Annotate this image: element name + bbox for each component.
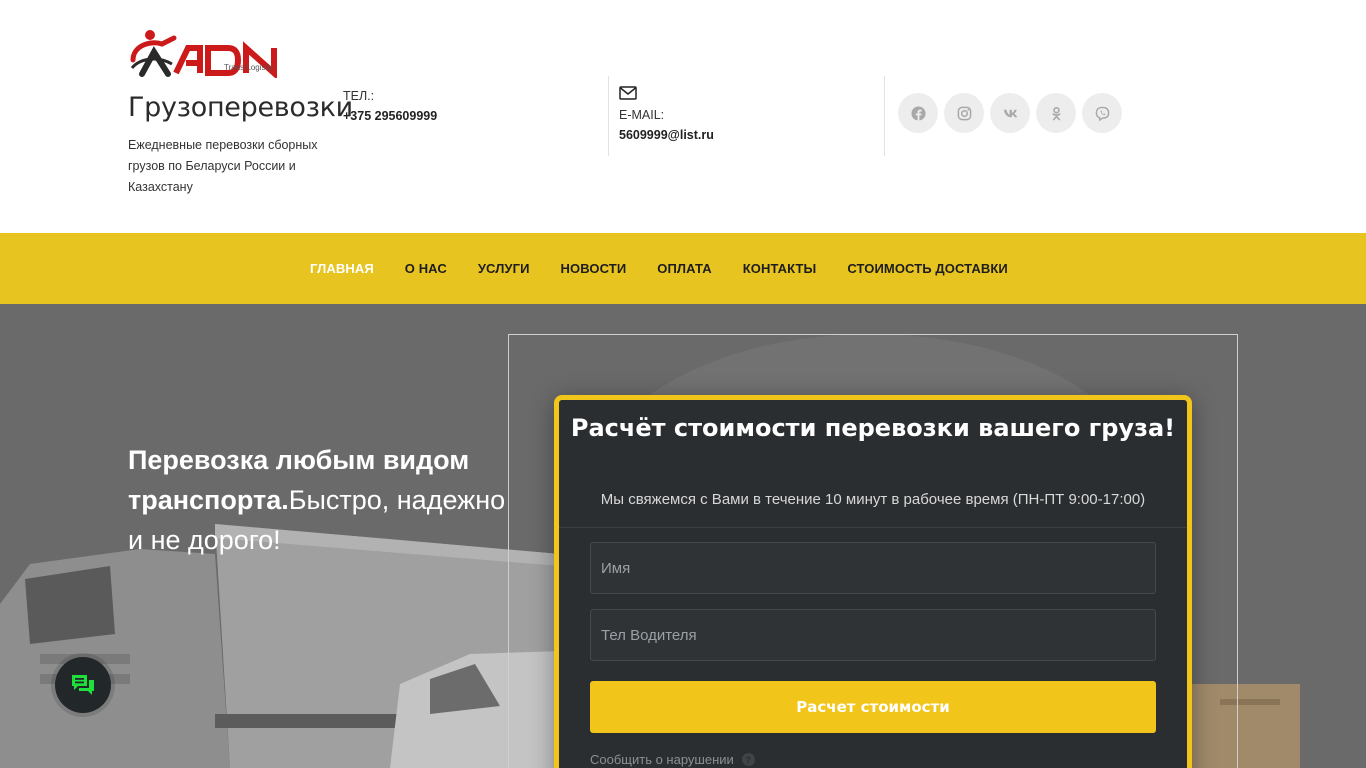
- instagram-icon[interactable]: [944, 93, 984, 133]
- nav-item-delivery-cost[interactable]: СТОИМОСТЬ ДОСТАВКИ: [847, 261, 1007, 276]
- brand-description: Ежедневные перевозки сборных грузов по Б…: [128, 138, 318, 194]
- nav-item-news[interactable]: НОВОСТИ: [561, 261, 627, 276]
- odnoklassniki-icon[interactable]: [1036, 93, 1076, 133]
- header-divider: [608, 76, 609, 156]
- envelope-icon: [619, 86, 637, 100]
- calculate-cost-button[interactable]: Расчет стоимости: [590, 681, 1156, 733]
- nav-item-about[interactable]: О НАС: [405, 261, 447, 276]
- form-title: Расчёт стоимости перевозки вашего груза!: [570, 414, 1176, 442]
- vk-icon[interactable]: [990, 93, 1030, 133]
- nav-item-contacts[interactable]: КОНТАКТЫ: [743, 261, 817, 276]
- hero-section: Перевозка любым видом транспорта.Быстро,…: [0, 304, 1366, 768]
- report-violation-link[interactable]: Сообщить о нарушении ?: [590, 752, 755, 767]
- email-label: E-MAIL:: [619, 108, 665, 122]
- name-input[interactable]: [590, 542, 1156, 594]
- chat-widget-button[interactable]: [55, 657, 111, 713]
- hero-headline: Перевозка любым видом транспорта.Быстро,…: [128, 440, 508, 560]
- question-icon[interactable]: ?: [741, 753, 755, 766]
- brand-title: Грузоперевозки: [128, 92, 353, 123]
- viber-icon[interactable]: [1082, 93, 1122, 133]
- nav-item-payment[interactable]: ОПЛАТА: [657, 261, 711, 276]
- cost-calculation-form: Расчёт стоимости перевозки вашего груза!…: [554, 395, 1192, 768]
- nav-item-home[interactable]: ГЛАВНАЯ: [310, 261, 374, 276]
- email-block: E-MAIL: 5609999@list.ru: [619, 86, 714, 146]
- phone-label: ТЕЛ.:: [343, 89, 375, 103]
- header-divider: [884, 76, 885, 156]
- form-divider: [559, 527, 1187, 528]
- site-header: Trans Logistic Грузоперевозки Ежедневные…: [0, 0, 1366, 233]
- chat-bubbles-icon: [72, 675, 94, 695]
- facebook-icon[interactable]: [898, 93, 938, 133]
- main-navigation: ГЛАВНАЯ О НАС УСЛУГИ НОВОСТИ ОПЛАТА КОНТ…: [0, 233, 1366, 304]
- form-subtitle: Мы свяжемся с Вами в течение 10 минут в …: [600, 491, 1146, 508]
- driver-phone-input[interactable]: [590, 609, 1156, 661]
- social-links: [898, 93, 1122, 133]
- phone-block: ТЕЛ.: +375 295609999: [343, 86, 437, 127]
- email-address[interactable]: 5609999@list.ru: [619, 125, 714, 146]
- nav-item-services[interactable]: УСЛУГИ: [478, 261, 530, 276]
- phone-number[interactable]: +375 295609999: [343, 106, 437, 127]
- report-violation-label[interactable]: Сообщить о нарушении: [590, 752, 734, 767]
- logo-tagline: Trans Logistic: [224, 63, 274, 72]
